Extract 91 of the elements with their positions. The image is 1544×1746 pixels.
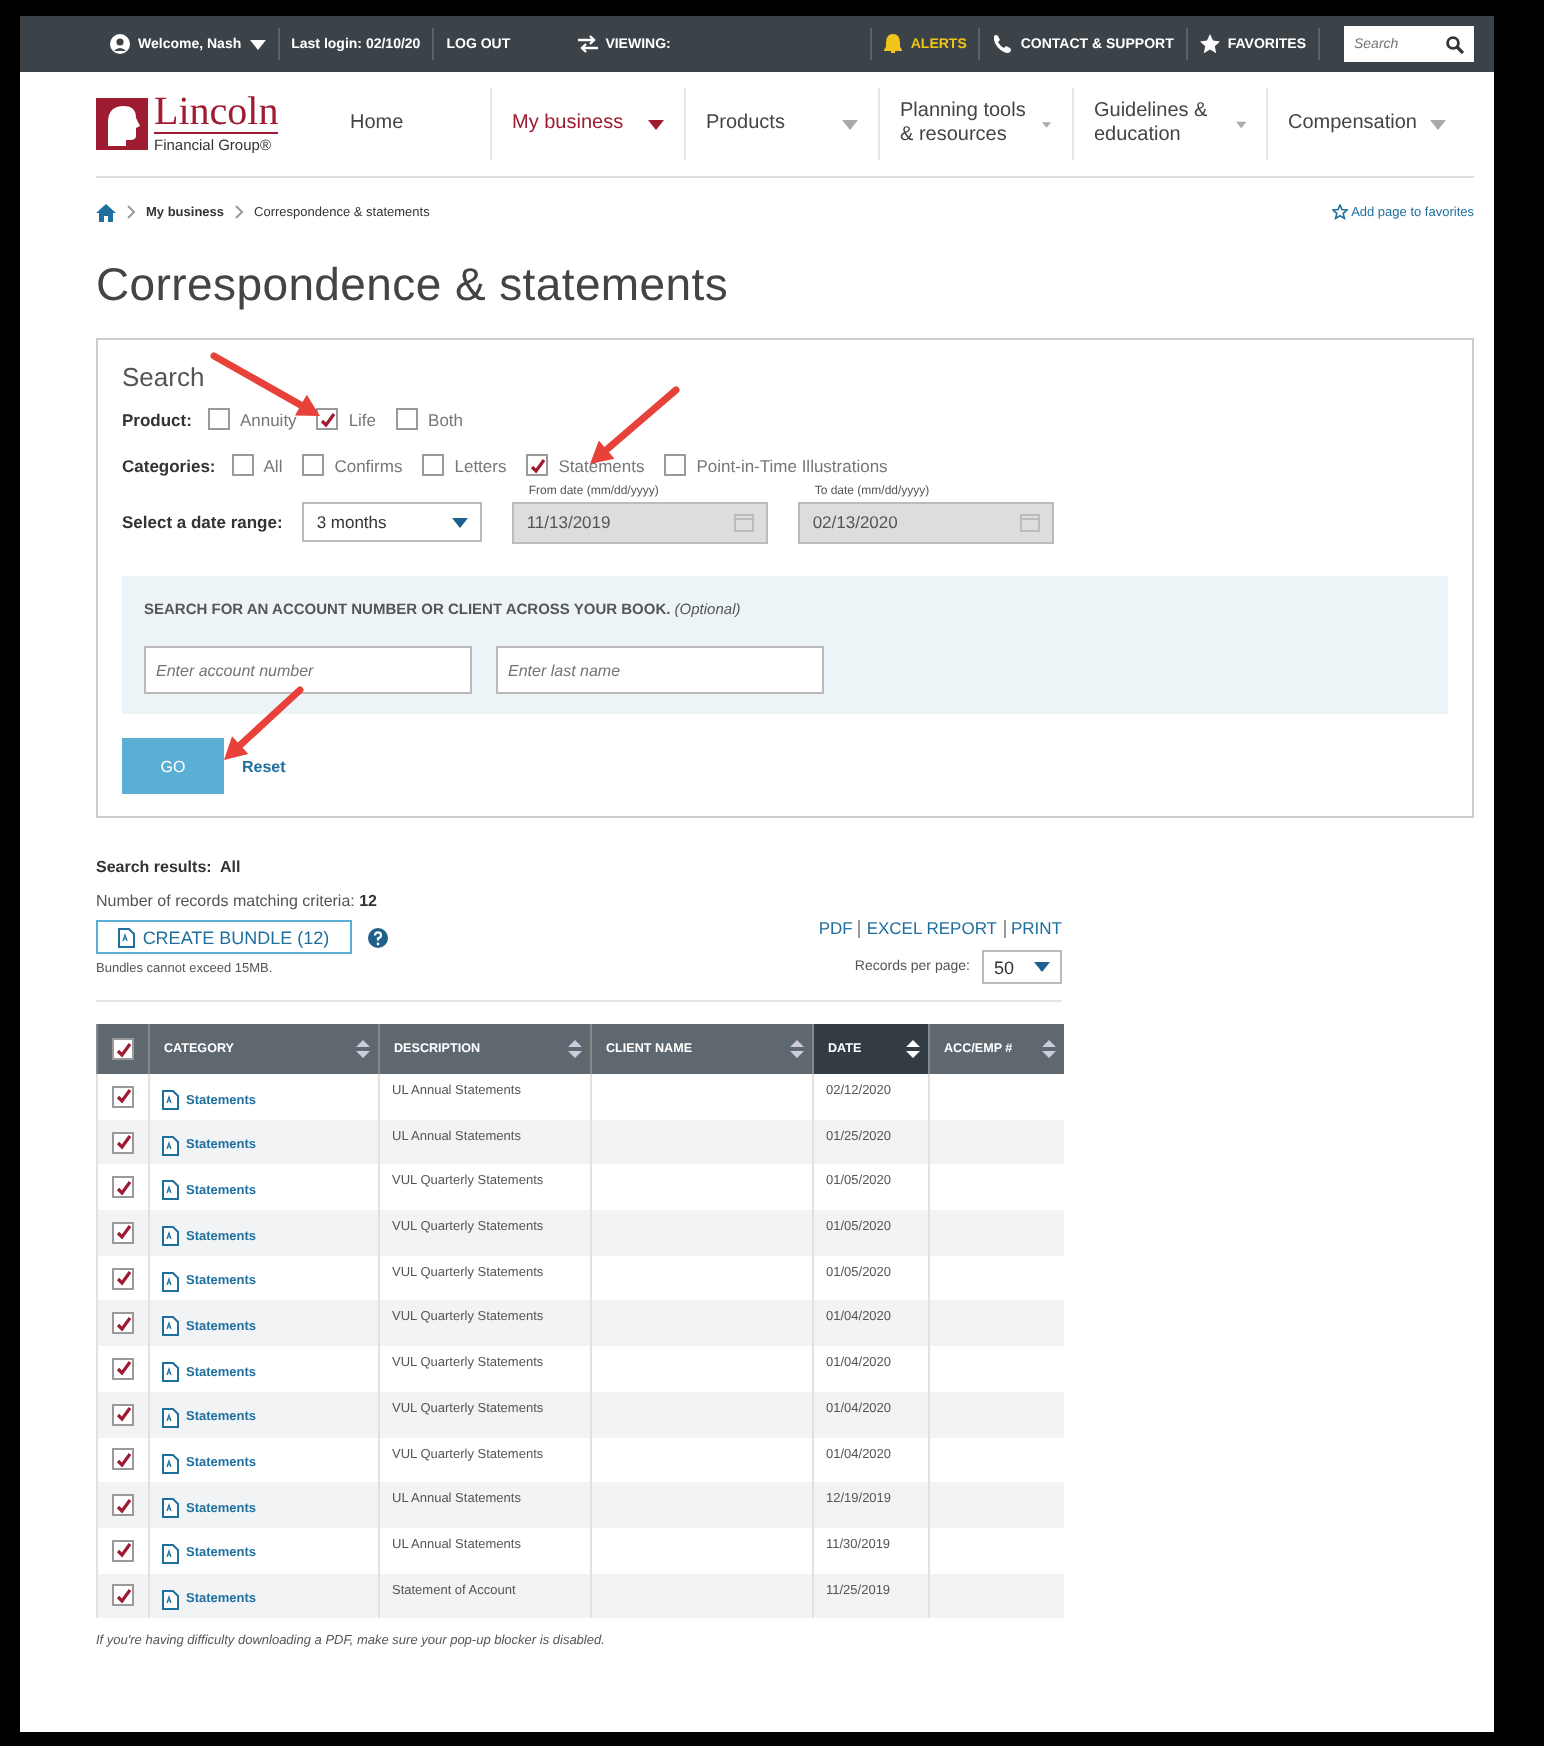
sort-icon <box>568 1040 582 1058</box>
sort-icon <box>1041 1040 1055 1058</box>
checkbox[interactable] <box>664 454 687 476</box>
document-icon <box>162 1453 180 1473</box>
checkbox-label: Life <box>348 409 377 429</box>
record-count-text: Number of records matching criteria: 12 <box>96 892 380 910</box>
sort-icon <box>356 1040 370 1058</box>
document-icon <box>162 1543 180 1564</box>
document-icon <box>118 927 137 947</box>
reset-link[interactable]: Reset <box>242 757 286 775</box>
checkbox[interactable] <box>112 1131 134 1154</box>
home-icon <box>96 203 116 221</box>
swap-icon <box>577 34 598 54</box>
search-results-text: Search results: All <box>96 858 243 876</box>
checkbox[interactable] <box>316 408 339 430</box>
sort-icon <box>790 1040 804 1058</box>
checkbox[interactable] <box>112 1584 134 1607</box>
checkbox[interactable] <box>112 1085 134 1108</box>
checkbox[interactable] <box>112 1038 134 1060</box>
export-link[interactable]: EXCEL REPORT <box>858 920 1003 938</box>
document-icon <box>162 1316 180 1337</box>
bell-icon <box>884 34 903 54</box>
phone-icon <box>992 34 1013 54</box>
checkbox-label: Annuity <box>239 409 297 429</box>
date-range-dropdown[interactable]: 3 months <box>302 502 483 542</box>
create-bundle-button[interactable]: CREATE BUNDLE (12) <box>96 920 352 954</box>
checkbox[interactable] <box>112 1267 134 1290</box>
document-icon <box>162 1362 180 1383</box>
user-icon <box>110 34 130 54</box>
checkbox[interactable] <box>112 1403 134 1426</box>
checkbox-label: Point-in-Time Illustrations <box>696 455 888 475</box>
export-link[interactable]: PRINT <box>1003 920 1062 938</box>
document-icon <box>162 1135 180 1156</box>
annotation-arrow <box>590 386 680 464</box>
search-button[interactable] <box>1440 26 1474 62</box>
field-label: Select a date range: <box>122 512 283 532</box>
sort-icon <box>906 1040 920 1058</box>
chevron-icon <box>234 204 245 220</box>
records-per-page-dropdown[interactable]: 50 <box>981 950 1062 984</box>
checkbox[interactable] <box>526 454 549 476</box>
checkbox[interactable] <box>112 1176 134 1199</box>
document-icon <box>162 1407 180 1428</box>
last-name-field[interactable]: Enter last name <box>496 646 824 694</box>
export-link[interactable]: PDF <box>812 920 859 938</box>
checkbox[interactable] <box>112 1448 134 1471</box>
checkbox[interactable] <box>112 1221 134 1244</box>
caret-icon <box>452 517 469 527</box>
annotation-arrow <box>210 352 320 416</box>
calendar-icon <box>1020 512 1041 532</box>
search-icon <box>1446 35 1464 53</box>
logo-emblem-icon <box>96 98 148 150</box>
nav-tab[interactable]: Guidelines & education <box>1072 88 1266 160</box>
checkbox[interactable] <box>231 454 254 476</box>
caret-icon <box>249 39 266 49</box>
checkbox[interactable] <box>112 1539 134 1562</box>
checkbox-label: Confirms <box>334 455 403 475</box>
search-heading: Search <box>122 362 207 392</box>
checkbox-label: Both <box>428 409 464 429</box>
nav-tab[interactable]: Compensation <box>1266 88 1466 160</box>
checkbox[interactable] <box>207 408 230 430</box>
checkbox[interactable] <box>422 454 445 476</box>
annotation-arrow <box>224 686 304 760</box>
checkbox[interactable] <box>112 1357 134 1380</box>
checkbox[interactable] <box>112 1312 134 1335</box>
checkbox-label: Statements <box>558 455 645 475</box>
field-label: Product: <box>122 409 192 429</box>
page-title: Correspondence & statements <box>96 258 731 312</box>
calendar-icon <box>734 512 755 532</box>
document-icon <box>162 1498 180 1519</box>
checkbox[interactable] <box>112 1494 134 1517</box>
checkbox-label: All <box>263 455 283 475</box>
chevron-icon <box>126 204 136 220</box>
document-icon <box>162 1589 180 1610</box>
nav-tab[interactable]: Products <box>684 88 878 160</box>
document-icon <box>162 1226 180 1247</box>
star-icon <box>1331 204 1348 220</box>
nav-tab[interactable]: My business <box>490 88 684 160</box>
checkbox-label: Letters <box>454 455 507 475</box>
checkbox[interactable] <box>396 408 419 430</box>
document-icon <box>162 1180 180 1201</box>
nav-tab[interactable]: Planning tools & resources <box>878 88 1072 160</box>
nav-tab[interactable]: Home <box>330 88 490 160</box>
field-label: Categories: <box>122 455 216 475</box>
help-icon <box>368 927 388 947</box>
caret-icon <box>1034 962 1050 972</box>
account-number-field[interactable]: Enter account number <box>144 646 472 694</box>
checkbox[interactable] <box>302 454 325 476</box>
star-icon <box>1199 34 1220 54</box>
document-icon <box>162 1090 180 1110</box>
document-icon <box>162 1271 180 1292</box>
logo-name: Lincoln <box>154 94 279 134</box>
